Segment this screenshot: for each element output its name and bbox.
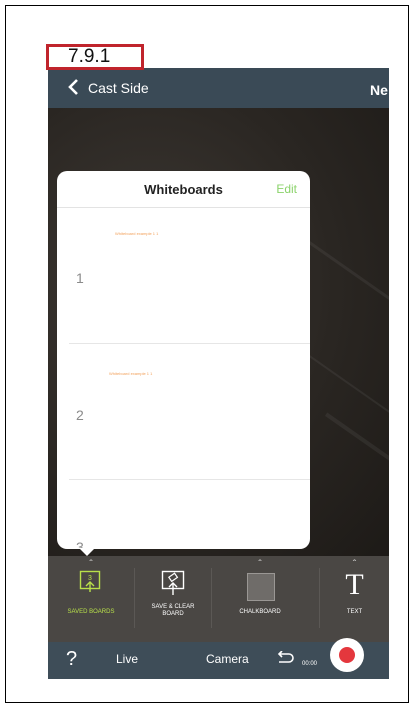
figure-label: 7.9.1 <box>68 46 111 67</box>
bottom-bar: ? Live Camera 00:00 <box>48 638 389 679</box>
whiteboard-thumbnail: Whiteboard example 1 1 <box>109 371 153 376</box>
whiteboard-number: 1 <box>76 270 84 286</box>
save-clear-label-line2: BOARD <box>162 611 184 617</box>
whiteboard-row[interactable]: Whiteboard example 1 1 2 <box>57 344 310 480</box>
chalkboard-button[interactable]: ˆ CHALKBOARD <box>212 556 308 642</box>
text-icon: T <box>345 568 364 601</box>
save-clear-board-button[interactable]: SAVE & CLEAR BOARD <box>135 556 211 642</box>
record-icon <box>339 647 355 663</box>
saved-boards-label: SAVED BOARDS <box>67 609 115 615</box>
edit-button[interactable]: Edit <box>276 182 297 196</box>
save-clear-label-line1: SAVE & CLEAR <box>151 604 195 610</box>
caret-up-icon: ˆ <box>258 559 262 570</box>
camera-button[interactable]: Camera <box>206 652 249 666</box>
text-label: TEXT <box>346 609 363 615</box>
navigation-bar: Cast Side Ne <box>48 68 389 108</box>
record-button[interactable] <box>330 638 364 672</box>
text-tool-button[interactable]: ˆ T TEXT <box>320 556 389 642</box>
nav-right-button[interactable]: Ne <box>370 82 388 98</box>
chalkboard-swatch-icon <box>247 573 275 601</box>
whiteboards-popup: Whiteboards Edit Whiteboard example 1 1 … <box>57 171 310 549</box>
caret-up-icon: ˆ <box>89 559 93 570</box>
timer-readout: 00:00 <box>302 661 318 667</box>
saved-boards-icon: 3 <box>79 570 101 592</box>
whiteboard-row[interactable]: 3 <box>57 480 310 549</box>
save-clear-icon <box>161 570 185 595</box>
popup-title: Whiteboards <box>144 182 223 197</box>
whiteboard-thumbnail: Whiteboard example 1 1 <box>115 231 159 236</box>
back-button[interactable]: Cast Side <box>88 80 149 96</box>
saved-boards-count: 3 <box>88 575 92 582</box>
undo-icon[interactable] <box>274 651 294 665</box>
help-icon[interactable]: ? <box>66 648 77 671</box>
chalkboard-label: CHALKBOARD <box>239 609 281 615</box>
whiteboard-row[interactable]: Whiteboard example 1 1 1 <box>57 208 310 344</box>
live-button[interactable]: Live <box>116 652 138 666</box>
chevron-left-icon[interactable] <box>64 77 84 97</box>
whiteboard-number: 2 <box>76 407 84 423</box>
tool-bar: ˆ 3 SAVED BOARDS SAVE & CLEAR BOARD ˆ CH… <box>48 556 389 642</box>
saved-boards-button[interactable]: ˆ 3 SAVED BOARDS <box>48 556 134 642</box>
app-screen: Cast Side Ne Whiteboards Edit Whiteboard… <box>48 68 389 679</box>
popup-pointer <box>79 548 95 556</box>
